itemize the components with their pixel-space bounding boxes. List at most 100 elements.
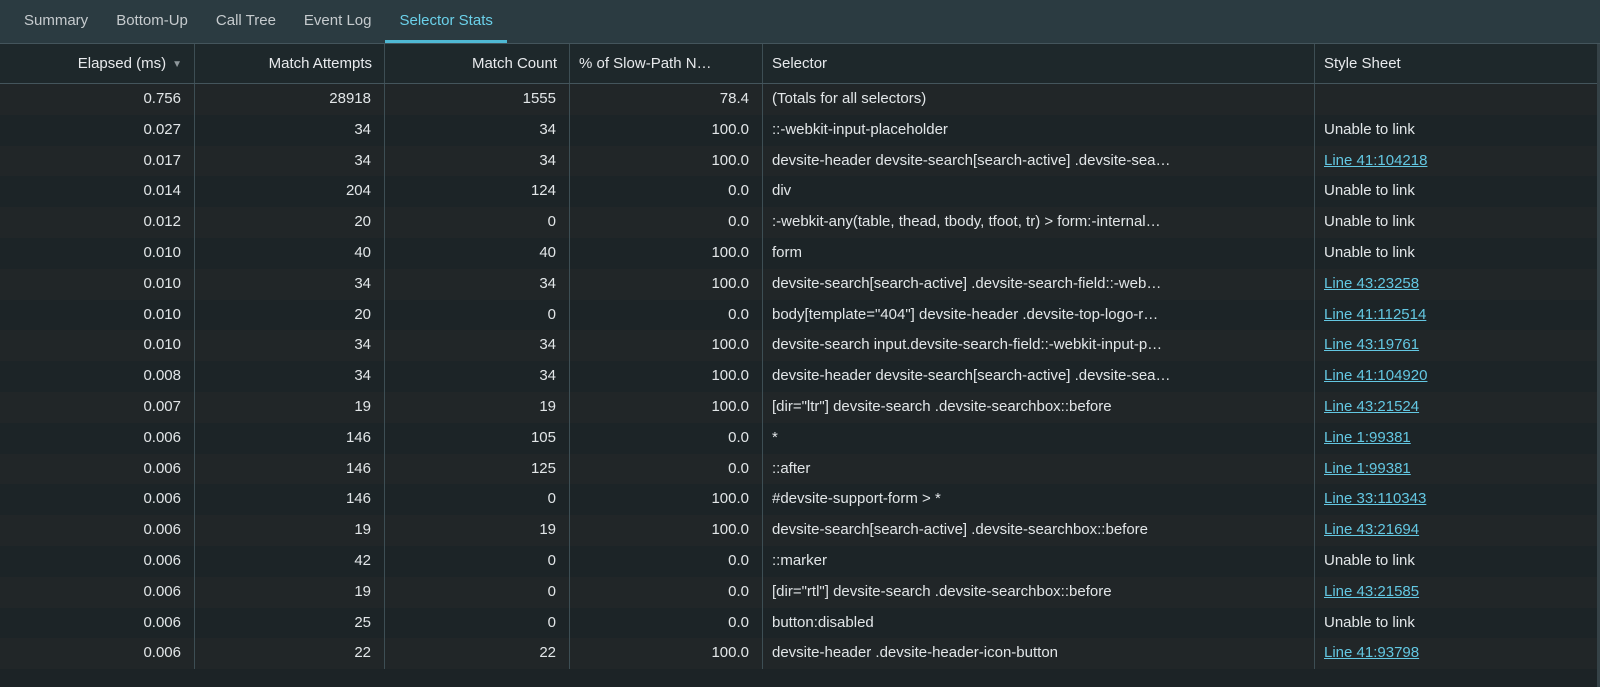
table-row[interactable]: 0.0071919100.0[dir="ltr"] devsite-search… bbox=[0, 392, 1600, 423]
tab-selector-stats[interactable]: Selector Stats bbox=[385, 0, 506, 43]
stylesheet-link[interactable]: Line 43:21585 bbox=[1324, 583, 1419, 600]
stylesheet-cell bbox=[1315, 84, 1600, 115]
tab-call-tree[interactable]: Call Tree bbox=[202, 0, 290, 43]
slow-path-pct-cell: 100.0 bbox=[570, 330, 763, 361]
stylesheet-link[interactable]: Line 43:19761 bbox=[1324, 336, 1419, 353]
match-count-cell: 105 bbox=[385, 423, 570, 454]
column-header-selector[interactable]: Selector bbox=[763, 44, 1315, 83]
selector-cell: (Totals for all selectors) bbox=[763, 84, 1315, 115]
match-count-cell: 0 bbox=[385, 546, 570, 577]
match-attempts-cell: 22 bbox=[195, 638, 385, 669]
stylesheet-link[interactable]: Line 41:104218 bbox=[1324, 152, 1427, 169]
tab-bottom-up[interactable]: Bottom-Up bbox=[102, 0, 202, 43]
elapsed-cell: 0.010 bbox=[0, 238, 195, 269]
slow-path-pct-cell: 0.0 bbox=[570, 608, 763, 639]
table-row[interactable]: 0.0064200.0::markerUnable to link bbox=[0, 546, 1600, 577]
stylesheet-cell: Line 43:21585 bbox=[1315, 577, 1600, 608]
stylesheet-link[interactable]: Line 41:93798 bbox=[1324, 644, 1419, 661]
column-header-elapsed[interactable]: Elapsed (ms) ▼ bbox=[0, 44, 195, 83]
table-row[interactable]: 0.0122000.0:-webkit-any(table, thead, tb… bbox=[0, 207, 1600, 238]
stylesheet-cell: Unable to link bbox=[1315, 608, 1600, 639]
stylesheet-link[interactable]: Line 43:21524 bbox=[1324, 398, 1419, 415]
match-count-cell: 19 bbox=[385, 515, 570, 546]
column-header-style-sheet[interactable]: Style Sheet bbox=[1315, 44, 1600, 83]
stylesheet-link[interactable]: Line 1:99381 bbox=[1324, 429, 1411, 446]
stylesheet-link[interactable]: Line 33:110343 bbox=[1324, 490, 1426, 507]
table-row[interactable]: 0.0062500.0button:disabledUnable to link bbox=[0, 608, 1600, 639]
table-row[interactable]: 0.0142041240.0divUnable to link bbox=[0, 176, 1600, 207]
column-header-elapsed-label: Elapsed (ms) bbox=[78, 55, 166, 72]
table-row[interactable]: 0.0061461050.0*Line 1:99381 bbox=[0, 423, 1600, 454]
match-count-cell: 34 bbox=[385, 269, 570, 300]
table-row[interactable]: 0.0104040100.0formUnable to link bbox=[0, 238, 1600, 269]
stylesheet-cell: Unable to link bbox=[1315, 115, 1600, 146]
match-count-cell: 124 bbox=[385, 176, 570, 207]
selector-cell: devsite-search input.devsite-search-fiel… bbox=[763, 330, 1315, 361]
table-row[interactable]: 0.0061461250.0::afterLine 1:99381 bbox=[0, 454, 1600, 485]
stylesheet-cell: Line 43:21694 bbox=[1315, 515, 1600, 546]
column-header-match-attempts[interactable]: Match Attempts bbox=[195, 44, 385, 83]
stylesheet-link[interactable]: Line 41:104920 bbox=[1324, 367, 1427, 384]
match-count-cell: 0 bbox=[385, 608, 570, 639]
stylesheet-cell: Line 1:99381 bbox=[1315, 423, 1600, 454]
table-row[interactable]: 0.0273434100.0::-webkit-input-placeholde… bbox=[0, 115, 1600, 146]
table-row[interactable]: 0.0061900.0[dir="rtl"] devsite-search .d… bbox=[0, 577, 1600, 608]
selector-cell: * bbox=[763, 423, 1315, 454]
elapsed-cell: 0.010 bbox=[0, 300, 195, 331]
selector-cell: devsite-header .devsite-header-icon-butt… bbox=[763, 638, 1315, 669]
tab-bar: Summary Bottom-Up Call Tree Event Log Se… bbox=[0, 0, 1600, 44]
match-attempts-cell: 25 bbox=[195, 608, 385, 639]
column-header-match-count[interactable]: Match Count bbox=[385, 44, 570, 83]
stylesheet-link[interactable]: Line 1:99381 bbox=[1324, 460, 1411, 477]
table-row[interactable]: 0.0083434100.0devsite-header devsite-sea… bbox=[0, 361, 1600, 392]
elapsed-cell: 0.006 bbox=[0, 546, 195, 577]
stylesheet-link[interactable]: Line 41:112514 bbox=[1324, 306, 1426, 323]
table-header-row: Elapsed (ms) ▼ Match Attempts Match Count… bbox=[0, 44, 1600, 84]
match-attempts-cell: 20 bbox=[195, 207, 385, 238]
elapsed-cell: 0.010 bbox=[0, 269, 195, 300]
table-row[interactable]: 0.0173434100.0devsite-header devsite-sea… bbox=[0, 146, 1600, 177]
selector-stats-table: Elapsed (ms) ▼ Match Attempts Match Count… bbox=[0, 44, 1600, 687]
table-row[interactable]: 0.0061460100.0#devsite-support-form > *L… bbox=[0, 484, 1600, 515]
table-row[interactable]: 0.0102000.0body[template="404"] devsite-… bbox=[0, 300, 1600, 331]
match-count-cell: 34 bbox=[385, 330, 570, 361]
match-count-cell: 125 bbox=[385, 454, 570, 485]
table-row[interactable]: 0.0062222100.0devsite-header .devsite-he… bbox=[0, 638, 1600, 669]
stylesheet-link[interactable]: Line 43:23258 bbox=[1324, 275, 1419, 292]
table-row[interactable]: 0.0103434100.0devsite-search[search-acti… bbox=[0, 269, 1600, 300]
table-row[interactable]: 0.75628918155578.4(Totals for all select… bbox=[0, 84, 1600, 115]
stylesheet-cell: Line 41:104218 bbox=[1315, 146, 1600, 177]
slow-path-pct-cell: 100.0 bbox=[570, 115, 763, 146]
sort-descending-icon: ▼ bbox=[172, 45, 182, 83]
table-row[interactable]: 0.0061919100.0devsite-search[search-acti… bbox=[0, 515, 1600, 546]
match-count-cell: 40 bbox=[385, 238, 570, 269]
elapsed-cell: 0.010 bbox=[0, 330, 195, 361]
match-count-cell: 34 bbox=[385, 361, 570, 392]
match-count-cell: 19 bbox=[385, 392, 570, 423]
slow-path-pct-cell: 0.0 bbox=[570, 577, 763, 608]
stylesheet-cell: Unable to link bbox=[1315, 176, 1600, 207]
selector-cell: ::marker bbox=[763, 546, 1315, 577]
table-row[interactable]: 0.0103434100.0devsite-search input.devsi… bbox=[0, 330, 1600, 361]
slow-path-pct-cell: 100.0 bbox=[570, 146, 763, 177]
stylesheet-status: Unable to link bbox=[1324, 614, 1415, 631]
match-count-cell: 0 bbox=[385, 577, 570, 608]
match-count-cell: 34 bbox=[385, 115, 570, 146]
slow-path-pct-cell: 100.0 bbox=[570, 269, 763, 300]
match-attempts-cell: 34 bbox=[195, 330, 385, 361]
stylesheet-link[interactable]: Line 43:21694 bbox=[1324, 521, 1419, 538]
tab-event-log[interactable]: Event Log bbox=[290, 0, 386, 43]
column-header-slow-path-pct[interactable]: % of Slow-Path N… bbox=[570, 44, 763, 83]
elapsed-cell: 0.006 bbox=[0, 454, 195, 485]
match-attempts-cell: 34 bbox=[195, 115, 385, 146]
stylesheet-status: Unable to link bbox=[1324, 213, 1415, 230]
selector-cell: form bbox=[763, 238, 1315, 269]
slow-path-pct-cell: 100.0 bbox=[570, 238, 763, 269]
match-attempts-cell: 19 bbox=[195, 577, 385, 608]
selector-stats-panel: Summary Bottom-Up Call Tree Event Log Se… bbox=[0, 0, 1600, 687]
stylesheet-cell: Line 41:112514 bbox=[1315, 300, 1600, 331]
match-attempts-cell: 40 bbox=[195, 238, 385, 269]
elapsed-cell: 0.007 bbox=[0, 392, 195, 423]
tab-summary[interactable]: Summary bbox=[10, 0, 102, 43]
stylesheet-status: Unable to link bbox=[1324, 244, 1415, 261]
